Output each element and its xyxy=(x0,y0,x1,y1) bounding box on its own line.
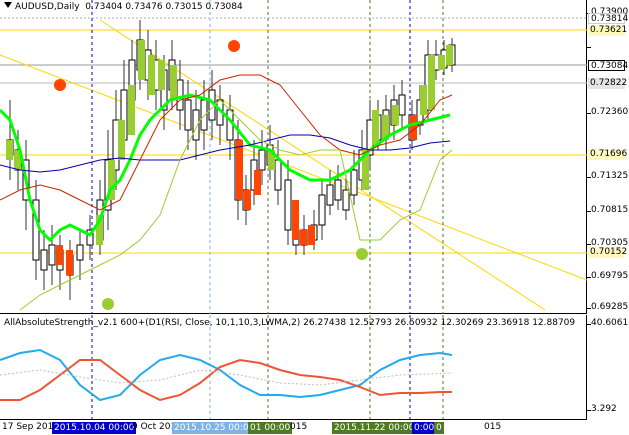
date-label: 015 xyxy=(290,422,308,432)
bear-bar xyxy=(292,200,299,240)
candle-body xyxy=(398,94,406,116)
indicator-canvas[interactable] xyxy=(0,315,587,419)
signal-dot xyxy=(102,298,114,310)
bull-bar xyxy=(118,120,125,160)
bear-bar xyxy=(236,140,243,200)
bull-bar xyxy=(428,55,435,110)
chart-title: AUDUSD,Daily 0.73404 0.73476 0.73015 0.7… xyxy=(4,2,243,12)
price-tick xyxy=(587,47,591,48)
bull-bar xyxy=(372,110,379,145)
candle-body xyxy=(192,109,200,141)
date-chip-crosshair: 0 xyxy=(434,422,444,434)
bull-bar xyxy=(128,85,135,135)
candle-body xyxy=(342,189,350,211)
bull-bar xyxy=(392,105,399,125)
metatrader-terminal: AUDUSD,Daily 0.73404 0.73476 0.73015 0.7… xyxy=(0,0,629,435)
bull-bar xyxy=(170,65,177,100)
indicator-pane[interactable]: AllAbsoluteStrength_v2.1 600+(D1(RSI, Cl… xyxy=(0,315,587,419)
candle-body xyxy=(40,249,48,271)
bull-bar xyxy=(438,55,445,70)
date-label: 015 xyxy=(484,422,502,432)
candle-body xyxy=(274,159,282,191)
candle-body xyxy=(334,179,342,201)
price-tag-level: 0.72822 xyxy=(588,78,628,89)
price-tag-fib: 0.71696 xyxy=(588,149,628,160)
candle-body xyxy=(326,184,334,206)
ma-red-line xyxy=(0,74,453,211)
date-chip-crosshair: 2015.10.25 00:00 xyxy=(172,422,257,434)
ohlc-values: 0.73404 0.73476 0.73015 0.73084 xyxy=(85,2,243,12)
bull-bar xyxy=(148,55,155,95)
indicator-title: AllAbsoluteStrength_v2.1 600+(D1(RSI, Cl… xyxy=(4,318,576,328)
bull-bar xyxy=(6,140,13,160)
bear-bar xyxy=(254,170,261,195)
signal-dot xyxy=(228,40,240,52)
trend-line xyxy=(0,54,587,281)
bull-bar xyxy=(446,45,453,65)
candle-body xyxy=(284,179,292,231)
date-axis[interactable]: 17 Sep 2015 2015.10.04 00:00 9 Oct 2015 … xyxy=(0,419,587,435)
bull-bar xyxy=(138,40,145,80)
bear-bar xyxy=(56,245,63,265)
signal-dot xyxy=(356,248,368,260)
price-chart-canvas[interactable] xyxy=(0,0,587,314)
trend-line xyxy=(99,19,546,311)
price-tag-fib: 0.73814 xyxy=(588,13,628,24)
candle-body xyxy=(350,169,358,196)
candle-body xyxy=(184,99,192,131)
strength-avg-line xyxy=(0,369,453,386)
bear-bar xyxy=(66,250,73,275)
date-chip-crosshair: 2015.10.04 00:00 xyxy=(52,422,137,434)
date-chip-crosshair: 0:00 xyxy=(412,422,437,434)
date-chip-crosshair: 2015.11.22 00:00 xyxy=(332,422,417,434)
price-label: 0.70815 xyxy=(591,205,629,215)
bull-bar xyxy=(420,85,427,115)
signal-dot xyxy=(54,79,66,91)
candle-body xyxy=(200,99,208,131)
indicator-min-label: 3.292 xyxy=(591,404,617,414)
indicator-max-label: 40.60615 xyxy=(591,318,629,328)
bear-bar xyxy=(300,230,307,245)
symbol-label: AUDUSD,Daily xyxy=(15,2,80,12)
bear-bar xyxy=(244,190,251,210)
candle-body xyxy=(48,244,56,266)
price-tag-fib: 0.73621 xyxy=(588,25,628,36)
price-label: 0.69285 xyxy=(591,302,629,312)
strength-bear-line xyxy=(0,358,452,402)
bull-bar xyxy=(158,60,165,90)
candle-body xyxy=(318,194,326,226)
candle-body xyxy=(176,79,184,111)
price-label: 0.71325 xyxy=(591,171,629,181)
date-chip-crosshair: 01 00:00 xyxy=(248,422,293,434)
price-label: 0.69795 xyxy=(591,271,629,281)
dropdown-triangle-icon[interactable] xyxy=(4,2,12,8)
candle-body xyxy=(76,244,84,261)
current-price-tag: 0.73084 xyxy=(588,60,628,71)
price-label: 0.72360 xyxy=(591,107,629,117)
price-chart-pane[interactable]: AUDUSD,Daily 0.73404 0.73476 0.73015 0.7… xyxy=(0,0,587,314)
bear-bar xyxy=(308,225,315,245)
date-label: 17 Sep 2015 xyxy=(2,422,60,432)
price-tag-fib: 0.70152 xyxy=(588,247,628,258)
candle-body xyxy=(258,149,266,171)
